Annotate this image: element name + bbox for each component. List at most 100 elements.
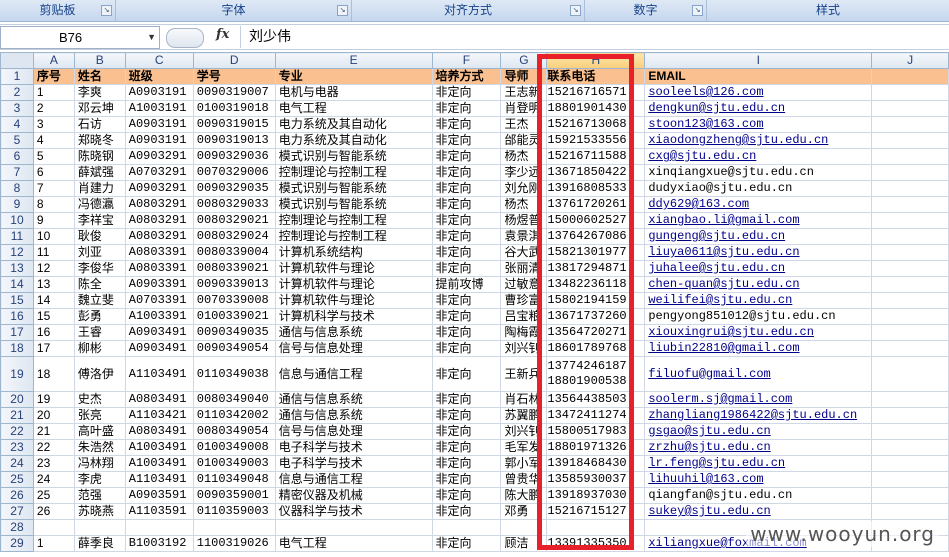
cell-e[interactable] xyxy=(274,519,433,536)
cell-d[interactable]: 0110349048 xyxy=(192,471,276,488)
cell-h[interactable]: 13482236118 xyxy=(546,276,646,293)
cell-b[interactable]: 郑晓冬 xyxy=(73,132,126,149)
cell-g[interactable]: 刘兴钊 xyxy=(500,423,548,440)
cell-e[interactable]: 信号与信息处理 xyxy=(274,340,433,357)
cell-f[interactable]: 非定向 xyxy=(431,308,502,325)
ribbon-group-styles[interactable]: 样式 xyxy=(707,0,949,21)
cell-i[interactable]: qiangfan@sjtu.edu.cn xyxy=(644,487,873,504)
cell-c[interactable]: A0903291 xyxy=(124,148,194,165)
cell-i[interactable]: zrzhu@sjtu.edu.cn xyxy=(644,439,873,456)
cell-f[interactable]: 非定向 xyxy=(431,100,502,117)
cell-c[interactable]: A0803291 xyxy=(124,228,194,245)
cell-f[interactable]: 培养方式 xyxy=(431,68,502,85)
ribbon-group-font[interactable]: 字体 ↘ xyxy=(116,0,352,21)
cell-a[interactable]: 3 xyxy=(32,116,75,133)
cell-h[interactable]: 18801971326 xyxy=(546,439,646,456)
cell-e[interactable]: 模式识别与智能系统 xyxy=(274,148,433,165)
row-header[interactable]: 13 xyxy=(0,260,34,277)
cell-f[interactable]: 非定向 xyxy=(431,212,502,229)
cell-b[interactable]: 薛季良 xyxy=(73,535,126,552)
cell-e[interactable]: 电力系统及其自动化 xyxy=(274,132,433,149)
cell-i[interactable]: juhalee@sjtu.edu.cn xyxy=(644,260,873,277)
cell-c[interactable]: A0803291 xyxy=(124,212,194,229)
cell-d[interactable]: 0100339021 xyxy=(192,308,276,325)
cell-e[interactable]: 电子科学与技术 xyxy=(274,455,433,472)
cell-j[interactable] xyxy=(871,180,949,197)
cell-e[interactable]: 信号与信息处理 xyxy=(274,423,433,440)
cell-c[interactable]: A0803491 xyxy=(124,423,194,440)
cell-f[interactable]: 非定向 xyxy=(431,503,502,520)
cell-e[interactable]: 控制理论与控制工程 xyxy=(274,228,433,245)
column-header-i[interactable]: I xyxy=(644,52,873,69)
cell-e[interactable]: 控制理论与控制工程 xyxy=(274,212,433,229)
cell-h[interactable]: 13916808533 xyxy=(546,180,646,197)
insert-function-icon[interactable]: fx xyxy=(216,27,229,42)
cell-e[interactable]: 计算机软件与理论 xyxy=(274,292,433,309)
cell-c[interactable]: A0903291 xyxy=(124,180,194,197)
cell-h[interactable]: 15921533556 xyxy=(546,132,646,149)
cell-e[interactable]: 模式识别与智能系统 xyxy=(274,196,433,213)
cell-j[interactable] xyxy=(871,148,949,165)
cell-b[interactable]: 傅洛伊 xyxy=(73,356,126,392)
cell-c[interactable]: B1003192 xyxy=(124,535,194,552)
cell-h[interactable]: 13564438503 xyxy=(546,391,646,408)
row-header[interactable]: 12 xyxy=(0,244,34,261)
cell-j[interactable] xyxy=(871,391,949,408)
cell-i[interactable]: pengyong851012@sjtu.edu.cn xyxy=(644,308,873,325)
cell-a[interactable]: 1 xyxy=(32,84,75,101)
cell-f[interactable]: 非定向 xyxy=(431,455,502,472)
cell-c[interactable]: A1003491 xyxy=(124,455,194,472)
cell-c[interactable]: A0903191 xyxy=(124,116,194,133)
row-header[interactable]: 23 xyxy=(0,439,34,456)
cell-b[interactable]: 冯林翔 xyxy=(73,455,126,472)
row-header[interactable]: 27 xyxy=(0,503,34,520)
cell-c[interactable]: A1003391 xyxy=(124,308,194,325)
cell-a[interactable]: 4 xyxy=(32,132,75,149)
cell-i[interactable]: xiangbao.li@gmail.com xyxy=(644,212,873,229)
cell-h[interactable]: 13564720271 xyxy=(546,324,646,341)
cell-d[interactable]: 0080339004 xyxy=(192,244,276,261)
row-header[interactable]: 25 xyxy=(0,471,34,488)
cell-b[interactable]: 姓名 xyxy=(73,68,126,85)
cell-h[interactable]: 15802194159 xyxy=(546,292,646,309)
cell-f[interactable]: 非定向 xyxy=(431,487,502,504)
cell-g[interactable]: 王新兵 xyxy=(500,356,548,392)
row-header[interactable]: 29 xyxy=(0,535,34,552)
cell-f[interactable]: 非定向 xyxy=(431,244,502,261)
cell-c[interactable]: A0903191 xyxy=(124,84,194,101)
cell-f[interactable]: 非定向 xyxy=(431,132,502,149)
cell-j[interactable] xyxy=(871,487,949,504)
row-header[interactable]: 24 xyxy=(0,455,34,472)
cell-h[interactable]: 15216715127 xyxy=(546,503,646,520)
cell-g[interactable]: 张丽清 xyxy=(500,260,548,277)
cell-b[interactable]: 柳彬 xyxy=(73,340,126,357)
row-header[interactable]: 9 xyxy=(0,196,34,213)
cell-i[interactable]: sooleels@126.com xyxy=(644,84,873,101)
cell-j[interactable] xyxy=(871,292,949,309)
cell-g[interactable]: 杨杰 xyxy=(500,196,548,213)
row-header[interactable]: 5 xyxy=(0,132,34,149)
cell-d[interactable]: 0110342002 xyxy=(192,407,276,424)
cell-g[interactable]: 王志新 xyxy=(500,84,548,101)
cell-d[interactable]: 0080339021 xyxy=(192,260,276,277)
cell-j[interactable] xyxy=(871,423,949,440)
cell-f[interactable]: 非定向 xyxy=(431,180,502,197)
cell-g[interactable]: 邓勇 xyxy=(500,503,548,520)
cell-b[interactable]: 魏立斐 xyxy=(73,292,126,309)
cell-j[interactable] xyxy=(871,244,949,261)
cell-i[interactable]: sukey@sjtu.edu.cn xyxy=(644,503,873,520)
spreadsheet-grid[interactable]: ABCDEFGHIJ 1 序号 姓名 班级 学号 专业 培养方式 导师 联系电话 EMAIL 2 1 李… xyxy=(0,52,949,552)
cell-h[interactable]: 13918937030 xyxy=(546,487,646,504)
cell-c[interactable]: 班级 xyxy=(124,68,194,85)
cell-a[interactable]: 8 xyxy=(32,196,75,213)
cell-h[interactable]: 13817294871 xyxy=(546,260,646,277)
cell-g[interactable]: 谷大武 xyxy=(500,244,548,261)
cell-d[interactable]: 0090319015 xyxy=(192,116,276,133)
cell-b[interactable]: 耿俊 xyxy=(73,228,126,245)
cell-a[interactable]: 7 xyxy=(32,180,75,197)
cell-i[interactable]: gungeng@sjtu.edu.cn xyxy=(644,228,873,245)
cell-h[interactable] xyxy=(546,519,646,536)
cell-a[interactable]: 5 xyxy=(32,148,75,165)
cell-d[interactable]: 0070339008 xyxy=(192,292,276,309)
cell-a[interactable]: 9 xyxy=(32,212,75,229)
